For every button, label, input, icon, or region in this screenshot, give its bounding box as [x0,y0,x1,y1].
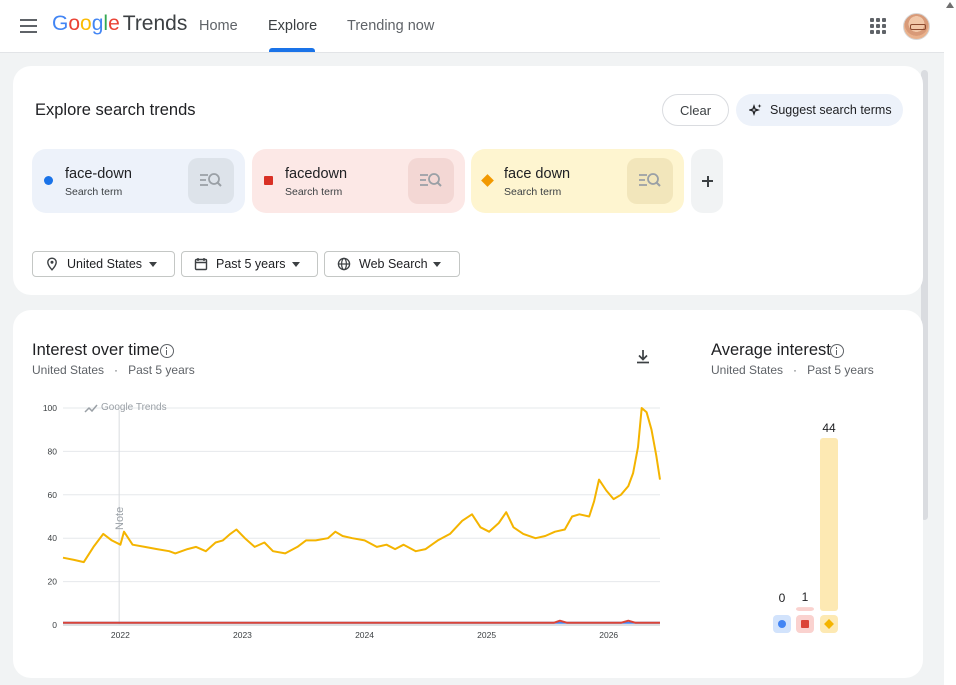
property-filter-dropdown[interactable]: Web Search [324,251,460,277]
y-tick-label: 80 [48,446,58,456]
term-name: facedown [285,166,348,182]
time-filter-label: Past 5 years [216,257,286,271]
term-type: Search term [504,186,562,198]
logo-google-wordmark: Google [52,12,120,35]
suggest-label: Suggest search terms [770,103,892,117]
search-term-chip-facedown[interactable]: facedown Search term [252,149,465,213]
y-tick-label: 20 [48,577,58,587]
term-name: face down [504,166,571,182]
location-pin-icon [47,257,57,271]
x-tick-label: 2023 [233,630,252,640]
average-bar [820,438,838,611]
chevron-down-icon [292,262,300,267]
series-marker-yellow-diamond [481,174,494,187]
series-line-facedown [63,619,660,624]
series-marker-blue-circle [44,176,53,185]
y-tick-label: 100 [43,403,57,413]
apps-grid-icon[interactable] [870,18,886,34]
term-name: face-down [65,166,132,182]
scroll-up-arrow-icon[interactable] [946,2,954,8]
clear-button[interactable]: Clear [662,94,729,126]
interest-card: Interest over time United States · Past … [13,310,923,678]
account-avatar[interactable] [903,13,930,40]
x-tick-label: 2022 [111,630,130,640]
active-tab-indicator [269,48,315,52]
sparkle-search-icon [749,103,762,117]
nav-trending-now[interactable]: Trending now [347,18,434,34]
series-marker-red-square [264,176,273,185]
property-filter-label: Web Search [359,257,428,271]
nav-home[interactable]: Home [199,18,238,34]
term-type: Search term [285,186,343,198]
nav-explore[interactable]: Explore [268,18,317,34]
search-term-chip-face-down-spaced[interactable]: face down Search term [471,149,684,213]
note-marker-label: Note [114,507,126,530]
suggest-search-terms-button[interactable]: Suggest search terms [736,94,903,126]
calendar-icon [194,258,208,271]
google-trends-logo[interactable]: Google Trends [52,12,187,36]
series-line-face-down [62,407,661,564]
time-filter-dropdown[interactable]: Past 5 years [181,251,318,277]
term-options-icon[interactable] [627,158,673,204]
hamburger-menu-icon[interactable] [16,13,42,39]
google-trends-watermark: Google Trends [101,402,167,413]
term-options-icon[interactable] [408,158,454,204]
region-filter-dropdown[interactable]: United States [32,251,175,277]
explore-title: Explore search trends [35,101,196,119]
term-type: Search term [65,186,123,198]
average-bar [796,607,814,611]
page-scrollbar[interactable] [944,0,956,685]
globe-icon [337,257,351,271]
term-options-icon[interactable] [188,158,234,204]
x-tick-label: 2024 [355,630,374,640]
region-filter-label: United States [67,257,143,271]
average-value-label: 1 [802,590,809,604]
x-tick-label: 2025 [477,630,496,640]
chevron-down-icon [433,262,441,267]
top-bar: Google Trends Home Explore Trending now [0,0,944,53]
search-term-chip-face-down[interactable]: face-down Search term [32,149,245,213]
logo-trends-wordmark: Trends [122,12,188,35]
y-tick-label: 60 [48,490,58,500]
average-value-label: 0 [779,591,786,605]
interest-over-time-chart[interactable]: 0 20 40 60 80 100 2022 2023 2024 2025 2026 Google T… [13,310,923,678]
add-term-plus-icon[interactable] [691,149,723,213]
y-tick-label: 0 [52,620,57,630]
explore-card: Explore search trends Clear Suggest sear… [13,66,923,295]
chevron-down-icon [149,262,157,267]
y-tick-label: 40 [48,533,58,543]
blue-circle-marker [778,620,786,628]
red-square-marker [801,620,809,628]
average-value-label: 44 [822,421,836,435]
x-tick-label: 2026 [599,630,618,640]
